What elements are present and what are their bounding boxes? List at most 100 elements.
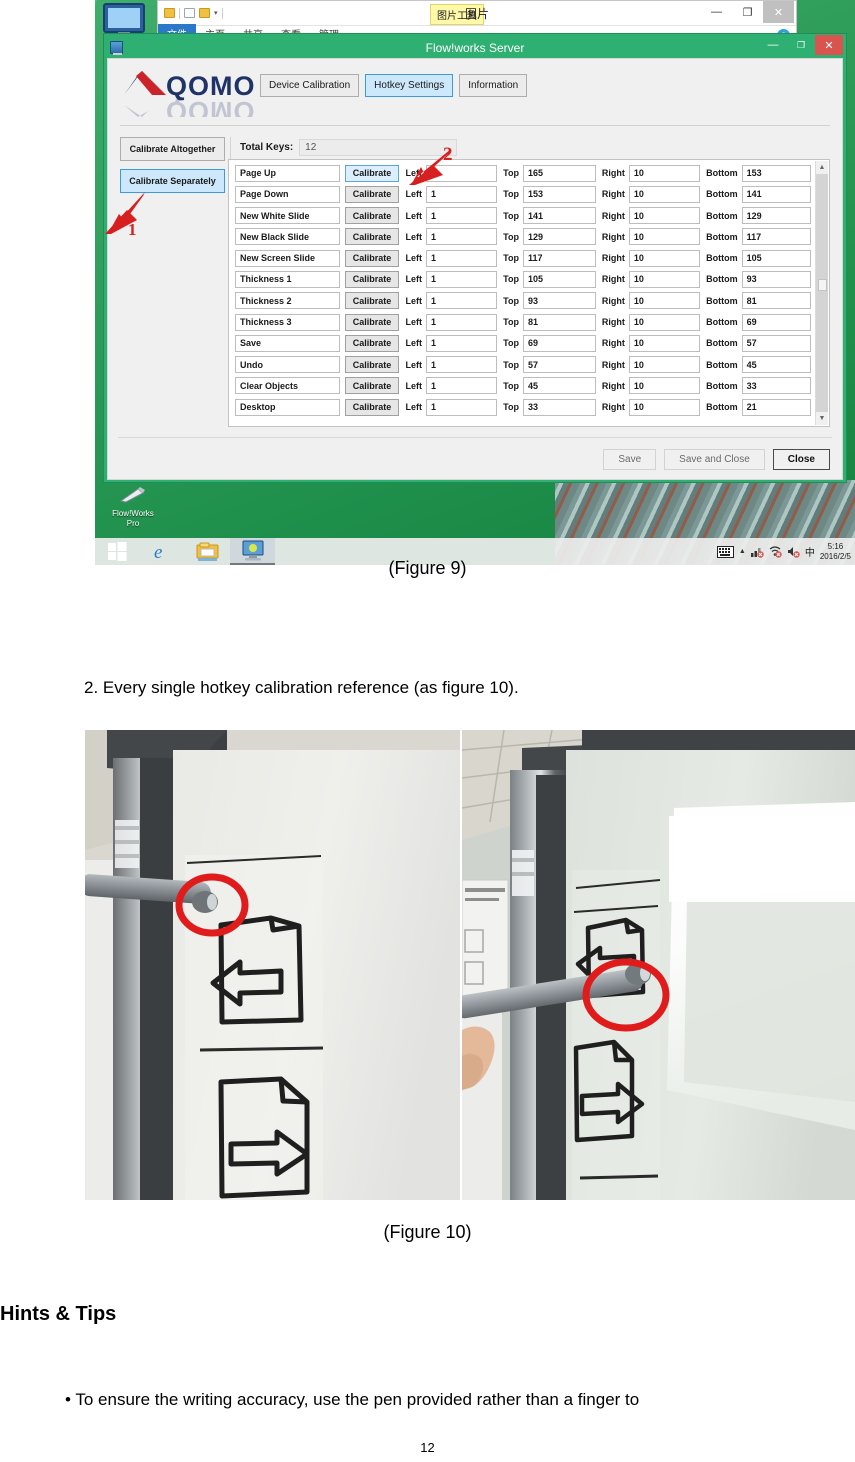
table-row[interactable]: New White Slide Calibrate Left 1 Top 141…: [235, 206, 811, 226]
dialog-close-button[interactable]: ✕: [815, 35, 843, 55]
hotkey-name[interactable]: Thickness 3: [235, 313, 340, 331]
table-row[interactable]: Undo Calibrate Left 1 Top 57 Right 10 Bo…: [235, 355, 811, 375]
right-input[interactable]: 10: [628, 185, 701, 203]
dialog-tab-bar[interactable]: Device Calibration Hotkey Settings Infor…: [260, 74, 528, 97]
scrollbar-track[interactable]: [816, 174, 828, 412]
calibrate-button[interactable]: Calibrate: [344, 164, 400, 182]
table-row[interactable]: Desktop Calibrate Left 1 Top 33 Right 10…: [235, 397, 811, 417]
tab-device-calibration[interactable]: Device Calibration: [260, 74, 360, 97]
calibrate-button[interactable]: Calibrate: [344, 270, 400, 288]
ime-indicator[interactable]: 中: [805, 544, 815, 559]
top-input[interactable]: 57: [522, 356, 596, 374]
hotkey-name[interactable]: Page Up: [235, 164, 340, 182]
scrollbar-thumb[interactable]: [818, 279, 827, 291]
bottom-input[interactable]: 57: [741, 334, 811, 352]
top-input[interactable]: 117: [522, 249, 596, 267]
calibrate-button[interactable]: Calibrate: [344, 228, 400, 246]
right-input[interactable]: 10: [628, 356, 701, 374]
bottom-input[interactable]: 45: [741, 356, 811, 374]
calibrate-separately-button[interactable]: Calibrate Separately: [120, 169, 225, 193]
left-input[interactable]: 1: [425, 334, 498, 352]
table-row[interactable]: Thickness 1 Calibrate Left 1 Top 105 Rig…: [235, 269, 811, 289]
calibrate-button[interactable]: Calibrate: [344, 292, 400, 310]
table-row[interactable]: New Black Slide Calibrate Left 1 Top 129…: [235, 227, 811, 247]
table-row[interactable]: Thickness 3 Calibrate Left 1 Top 81 Righ…: [235, 312, 811, 332]
calibrate-button[interactable]: Calibrate: [344, 313, 400, 331]
flowworks-server-dialog[interactable]: Flow!works Server — ❐ ✕ QOMO QOMO Device…: [103, 33, 847, 483]
right-input[interactable]: 10: [628, 292, 701, 310]
explorer-minimize-button[interactable]: —: [701, 1, 732, 23]
right-input[interactable]: 10: [628, 377, 701, 395]
top-input[interactable]: 129: [522, 228, 596, 246]
calibrate-altogether-button[interactable]: Calibrate Altogether: [120, 137, 225, 161]
table-row[interactable]: Thickness 2 Calibrate Left 1 Top 93 Righ…: [235, 291, 811, 311]
bottom-input[interactable]: 141: [741, 185, 811, 203]
bottom-input[interactable]: 129: [741, 207, 811, 225]
bottom-input[interactable]: 69: [741, 313, 811, 331]
tab-hotkey-settings[interactable]: Hotkey Settings: [365, 74, 454, 97]
right-input[interactable]: 10: [628, 334, 701, 352]
dialog-footer-buttons[interactable]: Save Save and Close Close: [603, 449, 830, 470]
desktop-icon-flowworks-pro[interactable]: Flow!Works Pro: [103, 487, 163, 528]
calibrate-button[interactable]: Calibrate: [344, 249, 400, 267]
left-input[interactable]: 1: [425, 313, 498, 331]
close-button[interactable]: Close: [772, 449, 830, 470]
explorer-window-controls[interactable]: — ❐ ✕: [701, 1, 794, 23]
explorer-close-button[interactable]: ✕: [763, 1, 794, 23]
right-input[interactable]: 10: [628, 313, 701, 331]
hotkey-name[interactable]: New White Slide: [235, 207, 340, 225]
top-input[interactable]: 153: [522, 185, 596, 203]
right-input[interactable]: 10: [628, 207, 701, 225]
top-input[interactable]: 93: [522, 292, 596, 310]
bottom-input[interactable]: 153: [741, 164, 811, 182]
left-input[interactable]: 1: [425, 270, 498, 288]
top-input[interactable]: 81: [522, 313, 596, 331]
hotkey-name[interactable]: Page Down: [235, 185, 340, 203]
dialog-window-controls[interactable]: — ❐ ✕: [759, 35, 843, 55]
bottom-input[interactable]: 33: [741, 377, 811, 395]
hotkey-name[interactable]: New Screen Slide: [235, 249, 340, 267]
explorer-maximize-button[interactable]: ❐: [732, 1, 763, 23]
scroll-down-icon[interactable]: ▼: [816, 412, 828, 425]
right-input[interactable]: 10: [628, 249, 701, 267]
tab-information[interactable]: Information: [459, 74, 528, 97]
calibrate-button[interactable]: Calibrate: [344, 356, 400, 374]
hotkey-table-scrollbar[interactable]: ▲ ▼: [815, 161, 828, 425]
save-button[interactable]: Save: [603, 449, 657, 470]
top-input[interactable]: 165: [522, 164, 596, 182]
top-input[interactable]: 33: [522, 398, 596, 416]
bottom-input[interactable]: 117: [741, 228, 811, 246]
top-input[interactable]: 141: [522, 207, 596, 225]
left-input[interactable]: 1: [425, 185, 498, 203]
bottom-input[interactable]: 93: [741, 270, 811, 288]
left-input[interactable]: 1: [425, 292, 498, 310]
hotkey-name[interactable]: Undo: [235, 356, 340, 374]
calibrate-button[interactable]: Calibrate: [344, 207, 400, 225]
left-input[interactable]: 1: [425, 207, 498, 225]
calibrate-button[interactable]: Calibrate: [344, 334, 400, 352]
right-input[interactable]: 10: [628, 270, 701, 288]
bottom-input[interactable]: 105: [741, 249, 811, 267]
top-input[interactable]: 45: [522, 377, 596, 395]
total-keys-value[interactable]: 12: [299, 139, 458, 156]
table-row[interactable]: Save Calibrate Left 1 Top 69 Right 10 Bo…: [235, 333, 811, 353]
save-and-close-button[interactable]: Save and Close: [664, 449, 765, 470]
left-input[interactable]: 1: [425, 377, 498, 395]
hotkey-name[interactable]: Desktop: [235, 398, 340, 416]
calibrate-button[interactable]: Calibrate: [344, 185, 400, 203]
bottom-input[interactable]: 21: [741, 398, 811, 416]
bottom-input[interactable]: 81: [741, 292, 811, 310]
top-input[interactable]: 69: [522, 334, 596, 352]
tray-expand-icon[interactable]: ▲: [739, 548, 746, 555]
right-input[interactable]: 10: [628, 398, 701, 416]
table-row[interactable]: Page Down Calibrate Left 1 Top 153 Right…: [235, 184, 811, 204]
table-row[interactable]: New Screen Slide Calibrate Left 1 Top 11…: [235, 248, 811, 268]
dialog-minimize-button[interactable]: —: [759, 35, 787, 55]
right-input[interactable]: 10: [628, 228, 701, 246]
scroll-up-icon[interactable]: ▲: [816, 161, 828, 174]
dialog-maximize-button[interactable]: ❐: [787, 35, 815, 55]
left-input[interactable]: 1: [425, 228, 498, 246]
hotkey-name[interactable]: Save: [235, 334, 340, 352]
right-input[interactable]: 10: [628, 164, 701, 182]
left-input[interactable]: 1: [425, 398, 498, 416]
